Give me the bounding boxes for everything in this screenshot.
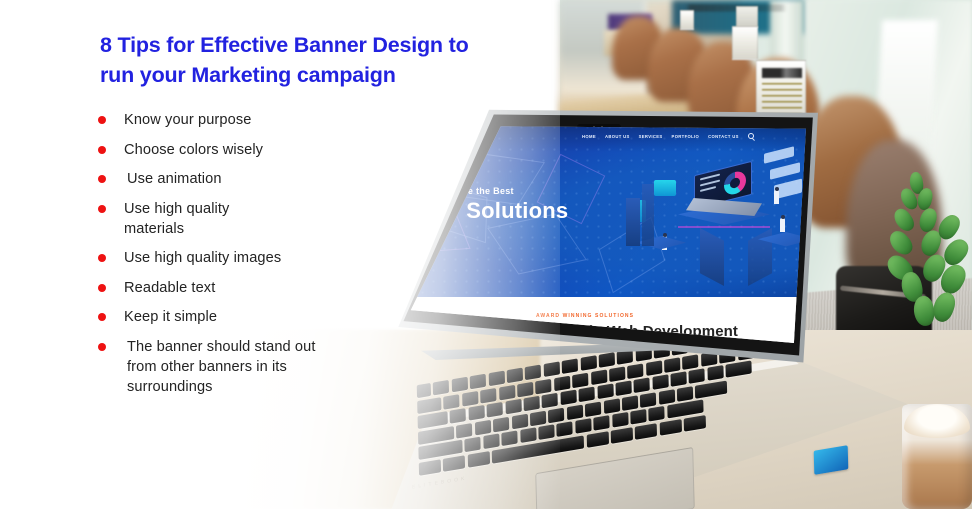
bullet-dot-icon [98, 283, 106, 292]
nav-item-portfolio[interactable]: PORTFOLIO [672, 134, 700, 139]
list-item-label: Keep it simple [124, 309, 218, 325]
menu-stand-title [762, 68, 802, 78]
tips-list: Know your purpose Choose colors wisely U… [98, 110, 428, 406]
table-stand [732, 26, 758, 60]
bullet-dot-icon [98, 342, 106, 351]
nav-item-services[interactable]: SERVICES [639, 134, 663, 139]
list-item: Use high quality materials [98, 199, 274, 239]
intel-sticker [813, 445, 849, 475]
list-item-label: The banner should stand out from other b… [127, 338, 316, 395]
bullet-dot-icon [98, 313, 106, 321]
site-nav: HOME ABOUT US SERVICES PORTFOLIO CONTACT… [582, 133, 754, 139]
search-icon[interactable] [747, 133, 754, 139]
bullet-dot-icon [98, 116, 106, 124]
nav-item-contact-us[interactable]: CONTACT US [708, 134, 739, 139]
list-item: The banner should stand out from other b… [98, 337, 323, 397]
table-stand [736, 6, 758, 28]
bullet-dot-icon [98, 254, 106, 262]
table-stand [680, 10, 694, 30]
list-item-label: Use high quality materials [124, 200, 230, 237]
list-item: Choose colors wisely [98, 140, 428, 160]
list-item-label: Readable text [124, 279, 216, 296]
list-item: Use animation [98, 169, 428, 189]
list-item: Know your purpose [98, 110, 428, 130]
list-item: Use high quality images [98, 248, 428, 268]
list-item: Keep it simple [98, 307, 428, 327]
banner-graphic: ELITEBOOK hp T [0, 0, 972, 509]
list-item-label: Know your purpose [124, 112, 252, 128]
bullet-dot-icon [98, 175, 106, 183]
list-item-label: Use high quality images [124, 250, 282, 266]
bullet-dot-icon [98, 204, 106, 213]
nav-item-about-us[interactable]: ABOUT US [605, 134, 630, 139]
text-panel: 8 Tips for Effective Banner Design to ru… [0, 0, 560, 509]
list-item: Readable text [98, 278, 428, 298]
list-item-label: Use animation [127, 171, 222, 187]
isometric-illustration [624, 140, 806, 296]
nav-item-home[interactable]: HOME [582, 134, 596, 139]
page-title: 8 Tips for Effective Banner Design to ru… [100, 33, 469, 87]
list-item-label: Choose colors wisely [124, 141, 264, 158]
bullet-dot-icon [98, 145, 106, 154]
